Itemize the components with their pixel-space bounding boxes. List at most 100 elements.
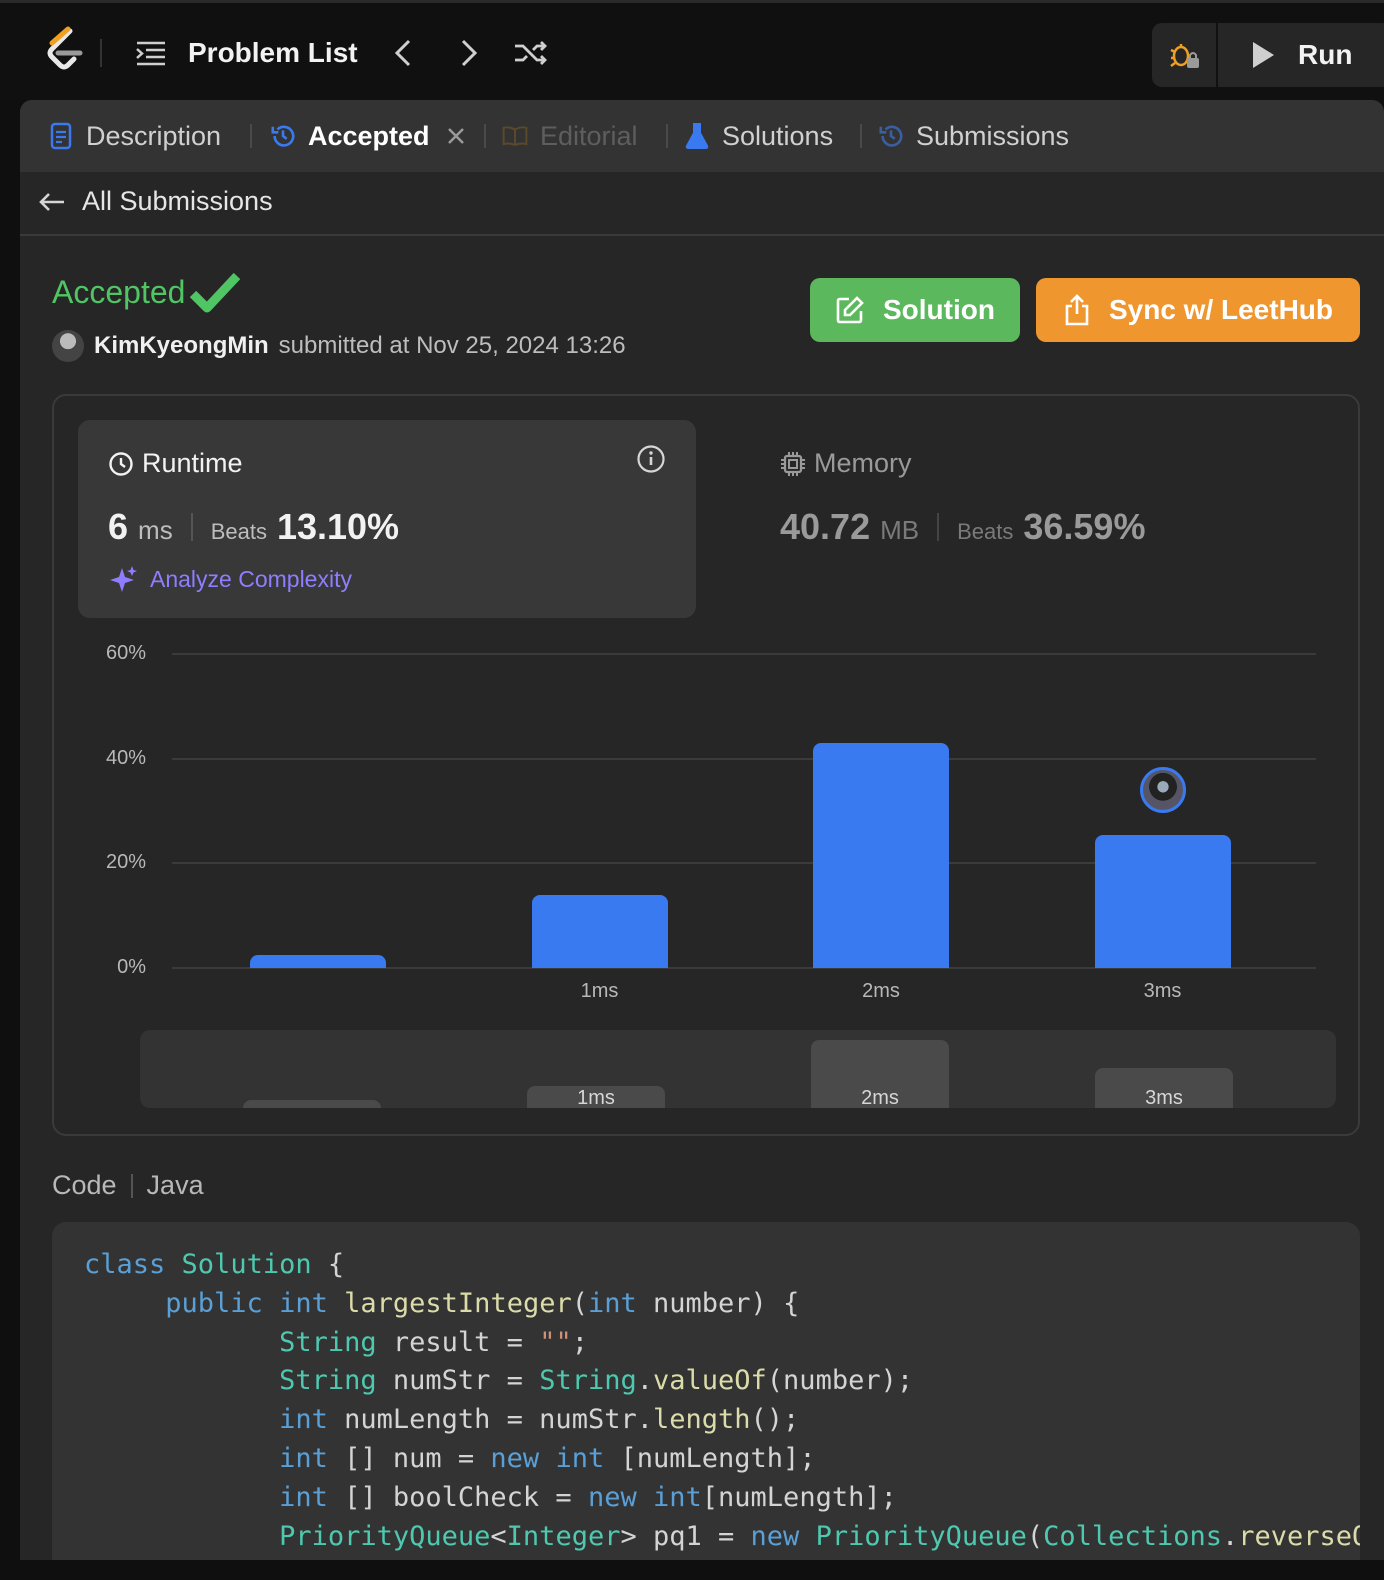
code-header: Code Java [52,1170,204,1201]
tab-divider [666,124,668,148]
tab-solutions[interactable]: Solutions [684,118,833,154]
description-icon [48,122,74,150]
sync-label: Sync w/ LeetHub [1108,294,1334,325]
info-icon[interactable] [636,444,666,474]
shuffle-icon [515,41,547,65]
chart-bar[interactable] [531,894,668,968]
chevron-left-icon [394,39,411,67]
avatar[interactable] [52,330,84,362]
divider [190,513,193,541]
chart-bar[interactable] [250,954,386,968]
submission-panel: Description Accepted Editorial Solutions [20,100,1384,1560]
tab-label: Description [86,120,222,151]
list-icon[interactable] [134,37,168,71]
overview-label: 2ms [861,1087,899,1108]
chart-overview-scrubber[interactable]: 1ms 2ms 3ms [140,1030,1336,1108]
tab-label: Accepted [308,120,430,151]
y-tick-label: 40% [105,746,146,769]
sparkle-icon [110,566,137,592]
chart-bar[interactable] [813,742,949,968]
y-tick-label: 60% [105,642,146,664]
analyze-complexity-link[interactable]: Analyze Complexity [108,564,352,594]
memory-title-label: Memory [814,448,912,478]
next-problem-button[interactable] [450,33,488,73]
overview-label: 3ms [1145,1087,1183,1108]
username[interactable]: KimKyeongMin [94,332,269,360]
y-tick-label: 20% [105,851,146,874]
memory-unit: MB [880,515,920,545]
play-icon [1253,42,1274,68]
y-tick-label: 0% [117,956,146,978]
flask-icon [684,122,710,150]
sync-leethub-button[interactable]: Sync w/ LeetHub [1036,278,1360,342]
tab-divider [860,124,862,148]
submission-status: Accepted [52,270,241,314]
your-submission-marker[interactable] [1139,766,1186,813]
chart-bar[interactable] [1094,834,1231,968]
submitter-info: KimKyeongMin submitted at Nov 25, 2024 1… [52,330,626,362]
solution-button[interactable]: Solution [810,278,1020,342]
run-label: Run [1298,39,1353,70]
share-icon [1065,294,1089,326]
tab-label: Submissions [916,120,1070,151]
chevron-right-icon [461,39,478,67]
solution-label: Solution [883,294,995,325]
memory-metric: 40.72 MB Beats 36.59% [780,506,1145,548]
run-button[interactable]: Run [1220,23,1380,87]
overview-label: 1ms [577,1087,615,1108]
random-problem-button[interactable] [512,33,550,73]
memory-card[interactable]: Memory 40.72 MB Beats 36.59% [750,420,1310,618]
all-submissions-link[interactable]: All Submissions [38,186,273,217]
runtime-title-label: Runtime [142,448,243,478]
problem-list-link[interactable]: Problem List [188,37,358,69]
tab-editorial[interactable]: Editorial [502,118,638,154]
beats-label: Beats [210,519,267,544]
code-block: class Solution { public int largestInteg… [84,1249,1360,1552]
runtime-value: 6 [108,506,129,547]
gridline [172,757,1316,760]
runtime-card[interactable]: Runtime 6 ms Beats 13.10% Analyze Comple… [78,420,696,618]
memory-title: Memory [780,448,912,479]
gridline [172,653,1316,655]
tab-accepted[interactable]: Accepted [270,118,466,154]
debug-icon [1170,44,1199,68]
divider [937,513,940,541]
leetcode-logo[interactable] [40,25,86,77]
close-icon[interactable] [446,126,466,146]
divider [100,39,102,67]
divider [130,1173,133,1198]
top-navigation-bar: Problem List Run [0,0,1384,100]
chip-icon [781,451,805,476]
x-tick-label: 1ms [580,980,619,1002]
history-icon [270,122,296,150]
back-label: All Submissions [82,186,273,216]
runtime-beats-percent: 13.10% [276,506,400,547]
tab-submissions[interactable]: Submissions [878,118,1069,154]
tab-label: Editorial [540,120,638,151]
runtime-title: Runtime [108,448,243,479]
panel-tabs: Description Accepted Editorial Solutions [20,100,1384,172]
tab-label: Solutions [722,120,834,151]
beats-label: Beats [957,519,1014,544]
overview-bar [243,1100,381,1108]
submission-subheader: All Submissions [20,172,1384,236]
debug-button[interactable] [1152,23,1218,87]
submission-time: submitted at Nov 25, 2024 13:26 [278,332,626,359]
tab-description[interactable]: Description [48,118,221,154]
book-icon [502,122,528,150]
arrow-left-icon [39,192,64,211]
x-tick-label: 3ms [1143,980,1182,1002]
analyze-label: Analyze Complexity [150,565,352,592]
performance-stats: Runtime 6 ms Beats 13.10% Analyze Comple… [52,394,1360,1136]
code-language: Java [146,1170,204,1200]
x-tick-label: 2ms [862,980,900,1002]
checkmark-icon [190,272,241,313]
runtime-unit: ms [138,515,173,545]
runtime-distribution-chart: 0% 20% 40% 60% 1ms 2ms 3ms [54,636,1362,1036]
tab-divider [250,124,252,148]
code-viewer[interactable]: class Solution { public int largestInteg… [52,1222,1360,1560]
memory-beats-percent: 36.59% [1023,506,1146,547]
clock-icon [109,451,133,476]
prev-problem-button[interactable] [384,33,422,73]
run-controls: Run [1152,23,1384,87]
